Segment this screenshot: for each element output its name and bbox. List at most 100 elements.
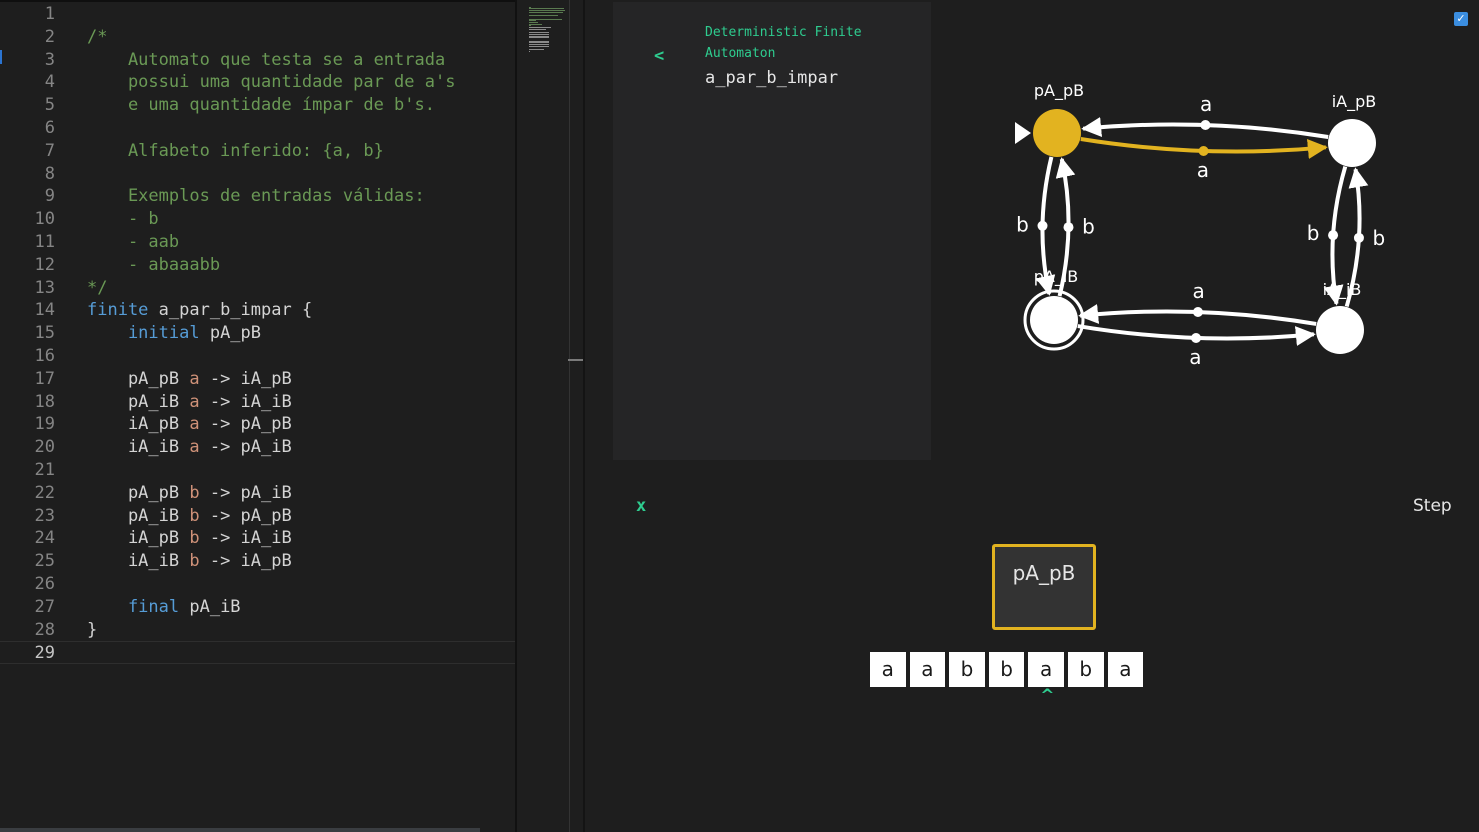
code-token: }: [87, 619, 98, 640]
state-node[interactable]: pA_iB: [1023, 267, 1085, 351]
minimap-line: [529, 37, 549, 39]
line-number: 16: [34, 345, 55, 366]
automaton-panel: < Deterministic Finite Automaton a_par_b…: [585, 0, 1479, 832]
transition-label: a: [1193, 279, 1205, 303]
code-token: a: [189, 437, 200, 458]
code-line[interactable]: 22 pA_pB b -> pA_iB: [0, 482, 515, 505]
line-text: Exemplos de entradas válidas:: [87, 185, 425, 208]
checkbox-toggle[interactable]: ✓: [1454, 12, 1468, 26]
code-token: -> pA_pB: [199, 505, 292, 526]
code-line[interactable]: 20 iA_iB a -> pA_iB: [0, 436, 515, 459]
minimap-line: [529, 11, 563, 13]
transition-label: b: [1082, 215, 1095, 239]
line-number: 20: [34, 437, 55, 458]
line-number: 6: [44, 117, 55, 138]
step-button[interactable]: Step: [1413, 496, 1452, 516]
line-number: 11: [34, 231, 55, 252]
code-line[interactable]: 19 iA_pB a -> pA_pB: [0, 413, 515, 436]
tape-cell: b: [949, 652, 985, 687]
transition-label: b: [1016, 212, 1029, 236]
line-text: finite a_par_b_impar {: [87, 299, 312, 322]
code-token: -> iA_pB: [199, 368, 292, 389]
minimap-line: [529, 28, 546, 30]
code-lines[interactable]: 1 2/* 3 Automato que testa se a entrada 4 p…: [0, 3, 515, 665]
minimap-line: [529, 49, 544, 51]
code-token: -> pA_iB: [199, 482, 292, 503]
tape-cell: a: [909, 652, 946, 687]
code-line[interactable]: 27 final pA_iB: [0, 596, 515, 619]
code-token: pA_pB: [199, 323, 262, 344]
code-token: iA_pB: [87, 528, 190, 549]
tape-cell: b: [1067, 652, 1104, 687]
code-token: - b: [87, 209, 159, 230]
code-line[interactable]: 23 pA_iB b -> pA_pB: [0, 505, 515, 528]
current-state-box: pA_pB: [992, 544, 1096, 630]
automaton-name: a_par_b_impar: [705, 68, 839, 88]
line-text: - abaaabb: [87, 254, 220, 277]
code-token: final: [87, 596, 180, 617]
state-node[interactable]: iA_iB: [1316, 280, 1364, 354]
code-token: b: [189, 551, 200, 572]
code-token: b: [189, 528, 200, 549]
code-line[interactable]: 8: [0, 163, 515, 186]
code-token: -> pA_pB: [199, 414, 292, 435]
transition-midpoint: [1328, 230, 1339, 241]
transition-midpoint: [1192, 307, 1203, 318]
tape-cell: a: [870, 652, 906, 687]
back-button[interactable]: <: [654, 46, 664, 66]
code-line[interactable]: 16: [0, 345, 515, 368]
code-line[interactable]: 2 /*: [0, 26, 515, 49]
state-node[interactable]: iA_pB: [1328, 92, 1376, 167]
line-text: iA_pB a -> pA_pB: [87, 413, 292, 436]
line-number: 21: [34, 459, 55, 480]
code-line[interactable]: 26: [0, 573, 515, 596]
line-number: 18: [34, 391, 55, 412]
current-state-label: pA_pB: [1012, 561, 1076, 585]
code-line[interactable]: 29: [0, 641, 515, 665]
state-circle: [1316, 306, 1364, 354]
code-line[interactable]: 11 - aab: [0, 231, 515, 254]
code-line[interactable]: 5 e uma quantidade ímpar de b's.: [0, 94, 515, 117]
close-simulation-button[interactable]: x: [636, 496, 646, 516]
minimap[interactable]: [515, 0, 585, 832]
line-text: - b: [87, 208, 159, 231]
line-number: 10: [34, 209, 55, 230]
line-number: 15: [34, 323, 55, 344]
line-number: 4: [44, 72, 55, 93]
line-number: 23: [34, 505, 55, 526]
line-number: 2: [44, 26, 55, 47]
code-line[interactable]: 9 Exemplos de entradas válidas:: [0, 185, 515, 208]
code-line[interactable]: 6: [0, 117, 515, 140]
code-token: - aab: [87, 231, 180, 252]
horizontal-scrollbar[interactable]: [0, 828, 480, 832]
line-text: final pA_iB: [87, 596, 241, 619]
code-editor[interactable]: 1 2/* 3 Automato que testa se a entrada 4 p…: [0, 0, 515, 828]
tape-cell: b: [988, 652, 1025, 687]
transition-midpoint: [1063, 222, 1074, 233]
code-line[interactable]: 1: [0, 3, 515, 26]
code-token: e uma quantidade ímpar de b's.: [87, 95, 435, 116]
state-node[interactable]: pA_pB: [1015, 81, 1084, 157]
code-token: Exemplos de entradas válidas:: [87, 186, 425, 207]
code-line[interactable]: 3 Automato que testa se a entrada: [0, 49, 515, 72]
code-line[interactable]: 18 pA_iB a -> iA_iB: [0, 391, 515, 414]
code-line[interactable]: 15 initial pA_pB: [0, 322, 515, 345]
code-line[interactable]: 4 possui uma quantidade par de a's: [0, 71, 515, 94]
line-number: 8: [44, 163, 55, 184]
state-circle: [1030, 296, 1078, 344]
code-token: iA_iB: [87, 551, 190, 572]
code-token: pA_pB: [87, 368, 190, 389]
code-line[interactable]: 21: [0, 459, 515, 482]
code-line[interactable]: 13 */: [0, 277, 515, 300]
automaton-graph[interactable]: a a a a b b b b pA_pB iA_pB pA_iB iA_iB: [931, 2, 1479, 460]
code-token: possui uma quantidade par de a's: [87, 72, 456, 93]
code-line[interactable]: 14 finite a_par_b_impar {: [0, 299, 515, 322]
code-line[interactable]: 10 - b: [0, 208, 515, 231]
code-line[interactable]: 12 - abaaabb: [0, 254, 515, 277]
code-line[interactable]: 25 iA_iB b -> iA_pB: [0, 550, 515, 573]
code-line[interactable]: 17 pA_pB a -> iA_pB: [0, 368, 515, 391]
code-line[interactable]: 28}: [0, 619, 515, 642]
tape-head-indicator: ^: [1040, 686, 1055, 706]
code-line[interactable]: 24 iA_pB b -> iA_iB: [0, 527, 515, 550]
code-line[interactable]: 7 Alfabeto inferido: {a, b}: [0, 140, 515, 163]
